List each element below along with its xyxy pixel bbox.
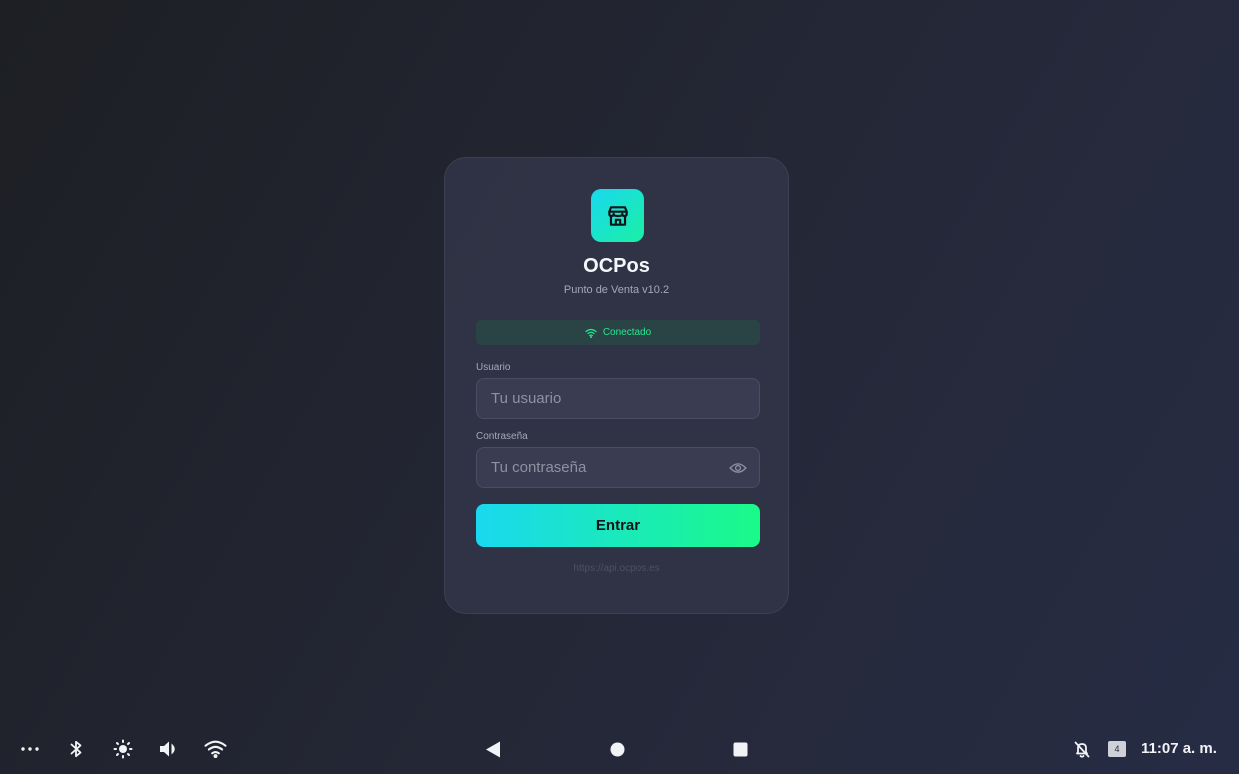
username-label: Usuario — [476, 362, 511, 373]
notification-count: 4 — [1114, 744, 1120, 754]
password-label: Contraseña — [476, 431, 528, 442]
store-icon — [607, 205, 628, 226]
password-input[interactable] — [477, 448, 759, 487]
app-version: Punto de Venta v10.2 — [563, 284, 670, 296]
eye-icon[interactable] — [729, 460, 747, 476]
clock: 11:07 a. m. — [1141, 740, 1217, 757]
app-logo — [591, 189, 644, 242]
bluetooth-icon[interactable] — [67, 739, 85, 759]
connection-status: Conectado — [476, 320, 760, 345]
username-input[interactable] — [477, 379, 759, 418]
login-card: OCPos Punto de Venta v10.2 Conectado Usu… — [444, 157, 789, 614]
volume-icon[interactable] — [158, 739, 180, 759]
login-button[interactable]: Entrar — [476, 504, 760, 547]
connection-status-text: Conectado — [602, 327, 652, 338]
brightness-icon[interactable] — [112, 738, 134, 760]
recents-icon[interactable] — [731, 740, 749, 758]
username-field-box — [476, 378, 760, 419]
system-bar: 4 11:07 a. m. — [0, 729, 1239, 771]
server-url: https://api.ocpos.es — [573, 563, 660, 574]
password-field-box — [476, 447, 760, 488]
wifi-icon[interactable] — [203, 739, 227, 759]
back-icon[interactable] — [484, 739, 502, 759]
more-icon[interactable] — [20, 739, 40, 759]
home-icon[interactable] — [608, 740, 626, 758]
notification-count-badge[interactable]: 4 — [1108, 741, 1126, 757]
wifi-icon — [585, 328, 597, 338]
notifications-off-icon[interactable] — [1073, 740, 1091, 758]
app-title: OCPos — [583, 255, 650, 277]
